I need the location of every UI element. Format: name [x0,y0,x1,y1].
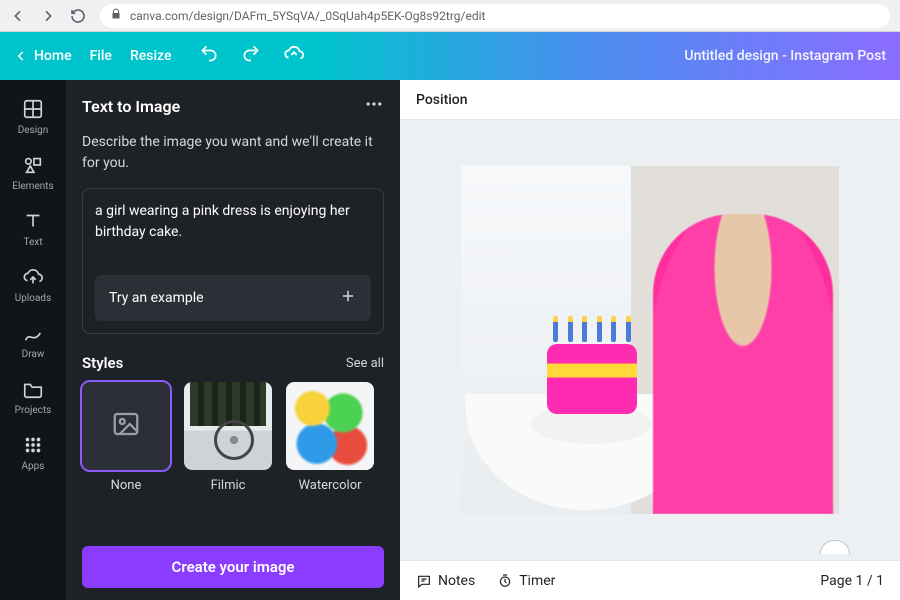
browser-toolbar: canva.com/design/DAFm_5YSqVA/_0SqUah4p5E… [0,0,900,32]
rail-text[interactable]: Text [0,204,66,254]
panel-title: Text to Image [82,97,180,116]
prompt-input[interactable]: a girl wearing a pink dress is enjoying … [95,201,371,257]
image-placeholder-icon [111,409,141,443]
app-topbar: Home File Resize Untitled design - Insta… [0,32,900,80]
prompt-box: a girl wearing a pink dress is enjoying … [82,188,384,334]
rail-projects[interactable]: Projects [0,372,66,422]
rail-design[interactable]: Design [0,92,66,142]
home-button[interactable]: Home [14,48,72,64]
url-text: canva.com/design/DAFm_5YSqVA/_0SqUah4p5E… [130,9,485,23]
panel-description: Describe the image you want and we'll cr… [82,132,384,174]
design-title[interactable]: Untitled design - Instagram Post [684,48,886,64]
cloud-sync-icon[interactable] [283,43,305,69]
text-to-image-panel: Text to Image Describe the image you wan… [66,80,400,600]
try-example-label: Try an example [109,290,204,306]
style-filmic[interactable]: Filmic [184,382,272,493]
undo-icon[interactable] [199,43,219,69]
home-label: Home [34,48,72,64]
redo-icon[interactable] [241,43,261,69]
resize-menu[interactable]: Resize [130,48,172,64]
plus-icon [339,287,357,309]
canvas-area: Position Notes Timer Page 1 / 1 [400,80,900,600]
lock-icon [110,8,122,23]
create-image-button[interactable]: Create your image [82,546,384,588]
styles-row: None Filmic Watercolor [82,382,384,493]
position-button[interactable]: Position [416,92,468,108]
rail-uploads[interactable]: Uploads [0,260,66,310]
style-none[interactable]: None [82,382,170,493]
reload-icon[interactable] [70,8,86,24]
canvas-footer: Notes Timer Page 1 / 1 [400,560,900,600]
notes-button[interactable]: Notes [416,573,475,589]
see-all-link[interactable]: See all [346,356,384,371]
add-page-handle[interactable] [820,540,850,554]
page-indicator[interactable]: Page 1 / 1 [820,573,884,589]
style-watercolor[interactable]: Watercolor [286,382,374,493]
rail-apps[interactable]: Apps [0,428,66,478]
address-bar[interactable]: canva.com/design/DAFm_5YSqVA/_0SqUah4p5E… [100,4,890,28]
canvas-toolbar: Position [400,80,900,120]
styles-heading: Styles [82,354,123,372]
left-rail: Design Elements Text Uploads Draw Projec… [0,80,66,600]
forward-icon[interactable] [40,8,56,24]
more-icon[interactable] [364,94,384,118]
rail-elements[interactable]: Elements [0,148,66,198]
timer-button[interactable]: Timer [497,573,555,589]
design-image[interactable] [461,166,839,514]
rail-draw[interactable]: Draw [0,316,66,366]
back-icon[interactable] [10,8,26,24]
try-example-button[interactable]: Try an example [95,275,371,321]
file-menu[interactable]: File [90,48,112,64]
canvas-body[interactable] [400,120,900,560]
